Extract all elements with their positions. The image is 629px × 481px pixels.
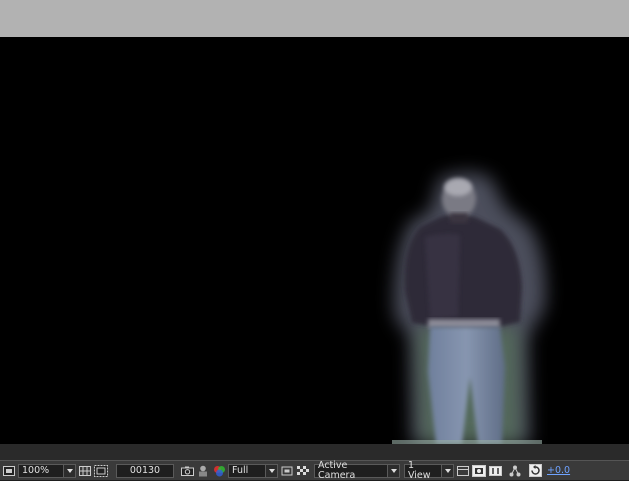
- draft-3d-icon[interactable]: [456, 464, 470, 478]
- region-of-interest-icon[interactable]: [280, 464, 294, 478]
- resolution-value: Full: [228, 463, 266, 478]
- always-preview-icon[interactable]: [2, 464, 16, 478]
- keyed-person-footage: [392, 172, 546, 444]
- timeline-icon[interactable]: [488, 464, 502, 478]
- camera-view-value: Active Camera: [314, 461, 388, 480]
- top-pasteboard: [0, 0, 629, 37]
- show-snapshot-icon[interactable]: [196, 464, 210, 478]
- snapshot-icon[interactable]: [180, 464, 194, 478]
- view-layout-value: 1 View: [404, 461, 442, 480]
- composition-viewer[interactable]: [0, 37, 629, 444]
- magnification-value: 100%: [18, 463, 64, 478]
- current-time-field[interactable]: 00130: [116, 463, 174, 478]
- transparency-grid-icon[interactable]: [296, 464, 310, 478]
- composition-footer-toolbar: 100% 00130 Full Active Camera 1 View +0.…: [0, 460, 629, 480]
- viewer-scroll-area: [0, 444, 629, 460]
- magnification-dropdown[interactable]: 100%: [18, 463, 76, 478]
- grid-guides-icon[interactable]: [78, 464, 92, 478]
- 3d-view-dropdown[interactable]: Active Camera: [314, 461, 400, 480]
- chevron-down-icon: [388, 463, 400, 478]
- chevron-down-icon: [64, 463, 76, 478]
- chevron-down-icon: [266, 463, 278, 478]
- flowchart-icon[interactable]: [508, 464, 522, 478]
- mask-visibility-icon[interactable]: [94, 464, 108, 478]
- reset-exposure-icon[interactable]: [528, 464, 542, 478]
- chevron-down-icon: [442, 463, 454, 478]
- fast-previews-icon[interactable]: [472, 464, 486, 478]
- view-layout-dropdown[interactable]: 1 View: [404, 461, 454, 480]
- resolution-dropdown[interactable]: Full: [228, 463, 278, 478]
- color-channels-icon[interactable]: [212, 464, 226, 478]
- exposure-value[interactable]: +0.0: [547, 465, 570, 476]
